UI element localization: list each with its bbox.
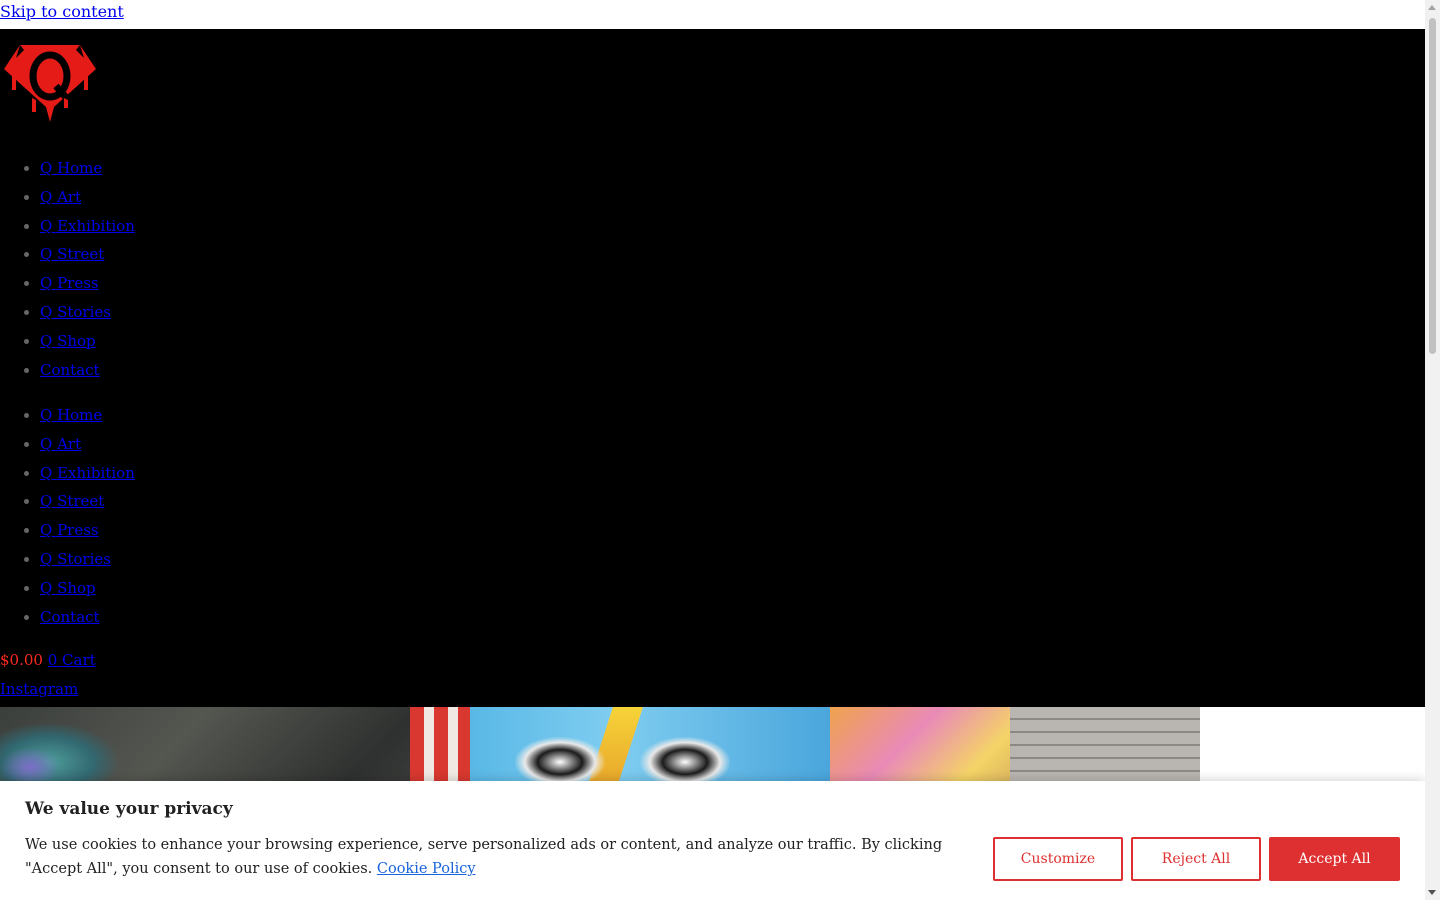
nav-item-press: Q Press	[40, 516, 135, 545]
nav-link-art[interactable]: Q Art	[40, 188, 81, 206]
secondary-navigation: Q Home Q Art Q Exhibition Q Street Q Pre…	[0, 401, 135, 631]
nav-item-art: Q Art	[40, 430, 135, 459]
cookie-consent-banner: We value your privacy We use cookies to …	[0, 781, 1425, 900]
nav-link-contact[interactable]: Contact	[40, 608, 100, 626]
nav-link-press[interactable]: Q Press	[40, 274, 99, 292]
scrollbar-thumb[interactable]	[1429, 18, 1436, 354]
nav-link-contact[interactable]: Contact	[40, 361, 100, 379]
nav-link-shop[interactable]: Q Shop	[40, 332, 96, 350]
cart-link[interactable]: 0 Cart	[48, 651, 96, 669]
cart-summary: $0.00 0 Cart	[0, 648, 96, 672]
accept-all-button[interactable]: Accept All	[1269, 837, 1400, 881]
nav-item-exhibition: Q Exhibition	[40, 212, 135, 241]
scroll-down-arrow-icon[interactable]	[1428, 890, 1436, 895]
nav-link-exhibition[interactable]: Q Exhibition	[40, 464, 135, 482]
nav-link-home[interactable]: Q Home	[40, 406, 102, 424]
cookie-title: We value your privacy	[25, 799, 233, 819]
nav-item-art: Q Art	[40, 183, 135, 212]
nav-item-contact: Contact	[40, 356, 135, 385]
nav-item-street: Q Street	[40, 240, 135, 269]
nav-link-art[interactable]: Q Art	[40, 435, 81, 453]
nav-link-street[interactable]: Q Street	[40, 245, 104, 263]
nav-item-street: Q Street	[40, 487, 135, 516]
nav-item-press: Q Press	[40, 269, 135, 298]
nav-item-exhibition: Q Exhibition	[40, 459, 135, 488]
skip-to-content-link[interactable]: Skip to content	[0, 2, 124, 22]
cookie-text: We use cookies to enhance your browsing …	[25, 837, 943, 877]
nav-link-shop[interactable]: Q Shop	[40, 579, 96, 597]
nav-item-contact: Contact	[40, 603, 135, 632]
nav-link-street[interactable]: Q Street	[40, 492, 104, 510]
q-shield-logo-icon	[4, 45, 96, 122]
site-header: Q Home Q Art Q Exhibition Q Street Q Pre…	[0, 29, 1425, 707]
page-scrollbar[interactable]	[1425, 0, 1440, 900]
instagram-link[interactable]: Instagram	[0, 680, 78, 698]
cookie-description: We use cookies to enhance your browsing …	[25, 833, 955, 881]
nav-item-shop: Q Shop	[40, 574, 135, 603]
nav-link-home[interactable]: Q Home	[40, 159, 102, 177]
nav-item-home: Q Home	[40, 154, 135, 183]
cart-total: $0.00	[0, 651, 43, 669]
reject-all-button[interactable]: Reject All	[1131, 837, 1261, 881]
nav-link-stories[interactable]: Q Stories	[40, 303, 111, 321]
nav-item-stories: Q Stories	[40, 545, 135, 574]
nav-item-shop: Q Shop	[40, 327, 135, 356]
primary-navigation: Q Home Q Art Q Exhibition Q Street Q Pre…	[0, 154, 135, 384]
nav-link-exhibition[interactable]: Q Exhibition	[40, 217, 135, 235]
nav-item-home: Q Home	[40, 401, 135, 430]
nav-link-stories[interactable]: Q Stories	[40, 550, 111, 568]
nav-link-press[interactable]: Q Press	[40, 521, 99, 539]
scroll-up-arrow-icon[interactable]	[1428, 5, 1436, 10]
customize-button[interactable]: Customize	[993, 837, 1123, 881]
cookie-policy-link[interactable]: Cookie Policy	[377, 861, 476, 877]
social-links: Instagram	[0, 677, 78, 701]
nav-item-stories: Q Stories	[40, 298, 135, 327]
